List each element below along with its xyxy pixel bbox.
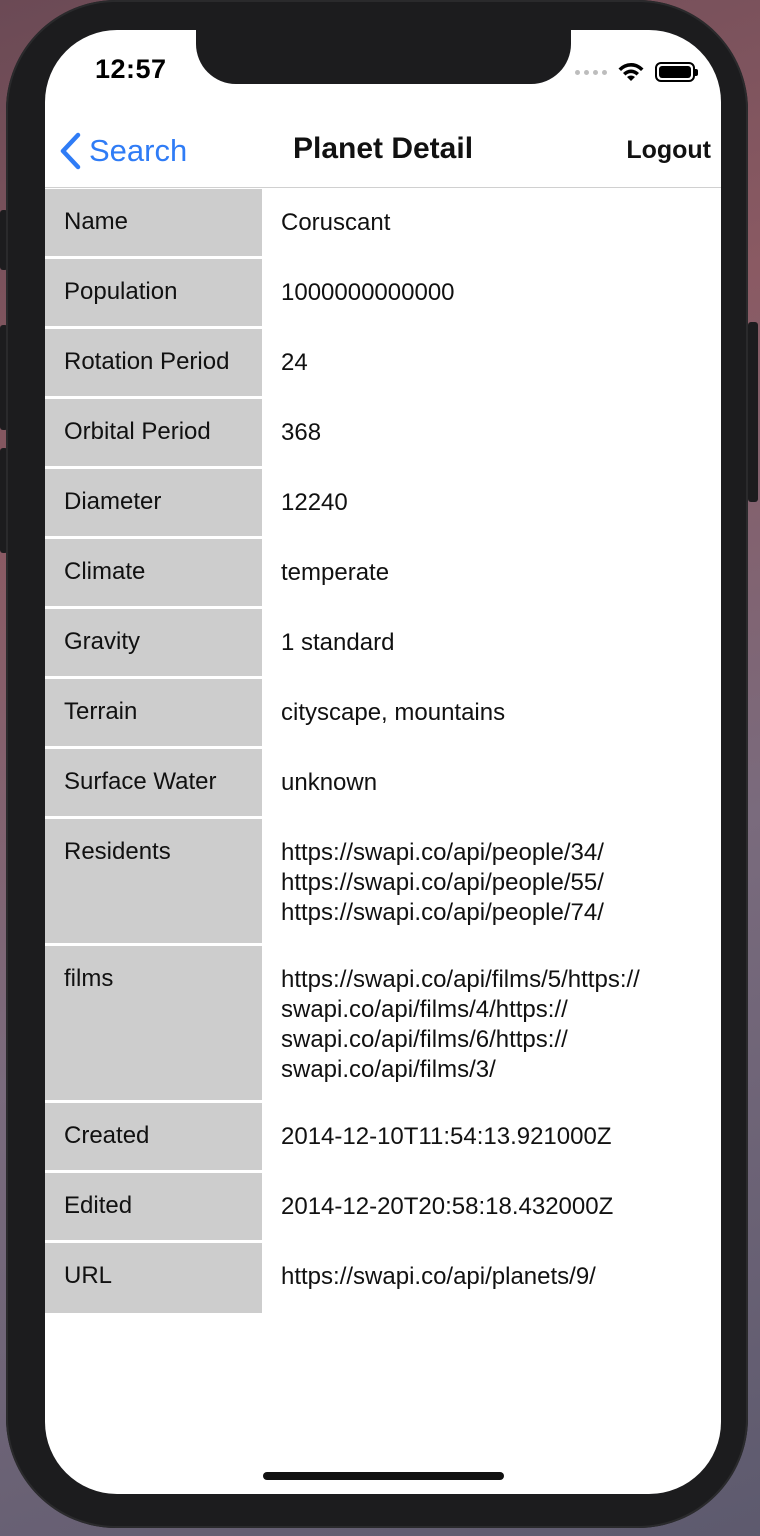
status-indicators	[575, 60, 698, 84]
residents-link-1: https://swapi.co/api/people/34/	[281, 839, 604, 866]
phone-frame: 12:57 Search Planet Detail Logout Name C…	[6, 0, 748, 1528]
wifi-icon	[618, 63, 644, 81]
row-value: https://swapi.co/api/films/5/https:// sw…	[262, 946, 721, 1103]
row-value: 2014-12-10T11:54:13.921000Z	[281, 1123, 612, 1150]
table-row: Rotation Period 24	[45, 329, 721, 399]
table-row: Diameter 12240	[45, 469, 721, 539]
table-row: Residents https://swapi.co/api/people/34…	[45, 819, 721, 946]
row-label: Climate	[45, 539, 262, 609]
table-row: Edited 2014-12-20T20:58:18.432000Z	[45, 1173, 721, 1243]
row-value: Coruscant	[281, 209, 391, 236]
table-row: Gravity 1 standard	[45, 609, 721, 679]
logout-button[interactable]: Logout	[626, 136, 711, 165]
table-row: Orbital Period 368	[45, 399, 721, 469]
row-value: unknown	[281, 769, 378, 796]
residents-link-3: https://swapi.co/api/people/74/	[281, 899, 604, 926]
row-label: Name	[45, 189, 262, 259]
row-value: 368	[281, 419, 322, 446]
cellular-signal-icon	[575, 69, 607, 75]
row-label: Created	[45, 1103, 262, 1173]
table-row: Surface Water unknown	[45, 749, 721, 819]
films-line-3: swapi.co/api/films/6/https://	[281, 1026, 568, 1053]
table-row: Name Coruscant	[45, 189, 721, 259]
table-row: Terrain cityscape, mountains	[45, 679, 721, 749]
table-row: Population 1000000000000	[45, 259, 721, 329]
films-line-1: https://swapi.co/api/films/5/https://	[281, 966, 640, 993]
table-row: Climate temperate	[45, 539, 721, 609]
table-row: Created 2014-12-10T11:54:13.921000Z	[45, 1103, 721, 1173]
row-value: https://swapi.co/api/planets/9/	[281, 1263, 596, 1290]
row-label: films	[45, 946, 262, 1103]
row-label: Diameter	[45, 469, 262, 539]
table-row: films https://swapi.co/api/films/5/https…	[45, 946, 721, 1103]
row-label: Residents	[45, 819, 262, 946]
row-value: https://swapi.co/api/people/34/ https://…	[262, 819, 721, 946]
row-label: URL	[45, 1243, 262, 1313]
row-label: Terrain	[45, 679, 262, 749]
table-row: URL https://swapi.co/api/planets/9/	[45, 1243, 721, 1313]
films-line-4: swapi.co/api/films/3/	[281, 1056, 496, 1083]
films-line-2: swapi.co/api/films/4/https://	[281, 996, 568, 1023]
row-value: 2014-12-20T20:58:18.432000Z	[281, 1193, 614, 1220]
page-title: Planet Detail	[292, 132, 474, 165]
row-label: Rotation Period	[45, 329, 262, 399]
power-button	[748, 322, 758, 502]
row-value: temperate	[281, 559, 390, 586]
row-label: Population	[45, 259, 262, 329]
notch	[196, 30, 571, 84]
navigation-bar: Search Planet Detail Logout	[45, 118, 721, 188]
row-value: cityscape, mountains	[281, 699, 506, 726]
row-label: Gravity	[45, 609, 262, 679]
row-label: Surface Water	[45, 749, 262, 819]
home-indicator[interactable]	[263, 1472, 504, 1480]
planet-detail-table: Name Coruscant Population 1000000000000 …	[45, 189, 721, 1313]
row-value: 1 standard	[281, 629, 395, 656]
row-label: Edited	[45, 1173, 262, 1243]
screen: 12:57 Search Planet Detail Logout Name C…	[45, 30, 721, 1494]
row-label: Orbital Period	[45, 399, 262, 469]
status-time: 12:57	[95, 54, 167, 84]
residents-link-2: https://swapi.co/api/people/55/	[281, 869, 604, 896]
row-value: 24	[281, 349, 308, 376]
row-value: 1000000000000	[281, 279, 455, 306]
row-value: 12240	[281, 489, 348, 516]
battery-icon	[655, 62, 698, 82]
